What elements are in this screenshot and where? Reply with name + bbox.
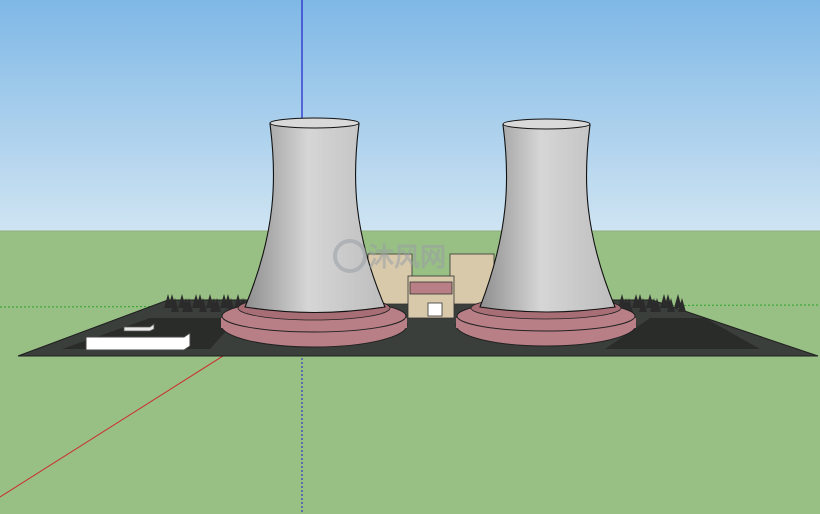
scene-canvas[interactable]: 沐风网 xyxy=(0,0,820,514)
tower-rim xyxy=(502,118,591,130)
tower-rim xyxy=(269,117,360,129)
building-roof-band xyxy=(409,281,453,295)
sky xyxy=(0,0,820,231)
watermark-text: 沐风网 xyxy=(368,243,446,273)
3d-viewport[interactable]: 沐风网 xyxy=(0,0,820,514)
building-door xyxy=(427,302,443,317)
